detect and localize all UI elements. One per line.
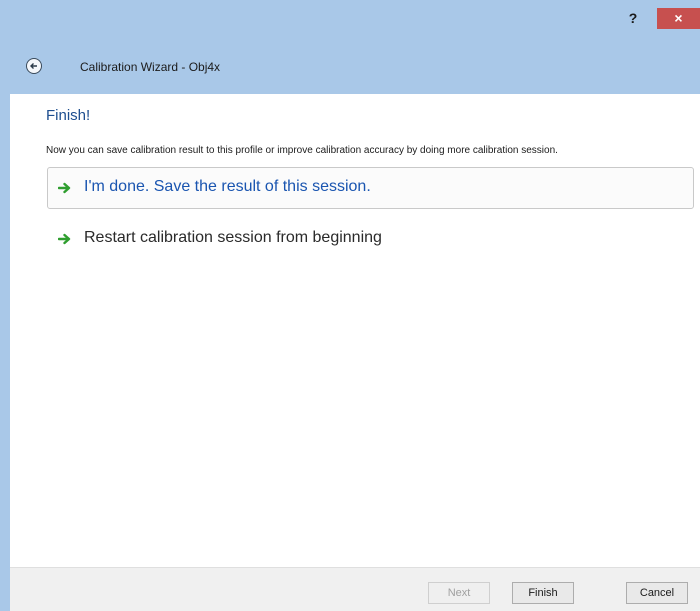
wizard-footer: Next Finish Cancel [10,567,700,611]
option-save-result[interactable]: I'm done. Save the result of this sessio… [47,167,694,209]
page-description: Now you can save calibration result to t… [46,145,558,156]
wizard-window: ? × Calibration Wizard - Obj4x Finish! N… [0,0,700,611]
wizard-header: Calibration Wizard - Obj4x [10,40,700,90]
finish-button[interactable]: Finish [512,582,574,604]
option-save-result-label: I'm done. Save the result of this sessio… [84,178,371,195]
option-restart-session[interactable]: Restart calibration session from beginni… [47,218,694,260]
green-arrow-icon [58,233,71,245]
close-button[interactable]: × [657,8,700,29]
wizard-content: Finish! Now you can save calibration res… [10,94,700,567]
page-title: Finish! [46,107,91,124]
help-button[interactable]: ? [620,8,646,28]
option-restart-session-label: Restart calibration session from beginni… [84,229,382,246]
back-arrow-icon [30,63,37,69]
title-bar: ? × [0,0,700,40]
cancel-button[interactable]: Cancel [626,582,688,604]
next-button[interactable]: Next [428,582,490,604]
wizard-title: Calibration Wizard - Obj4x [80,60,221,74]
green-arrow-icon [58,182,71,194]
back-button[interactable] [26,58,42,74]
